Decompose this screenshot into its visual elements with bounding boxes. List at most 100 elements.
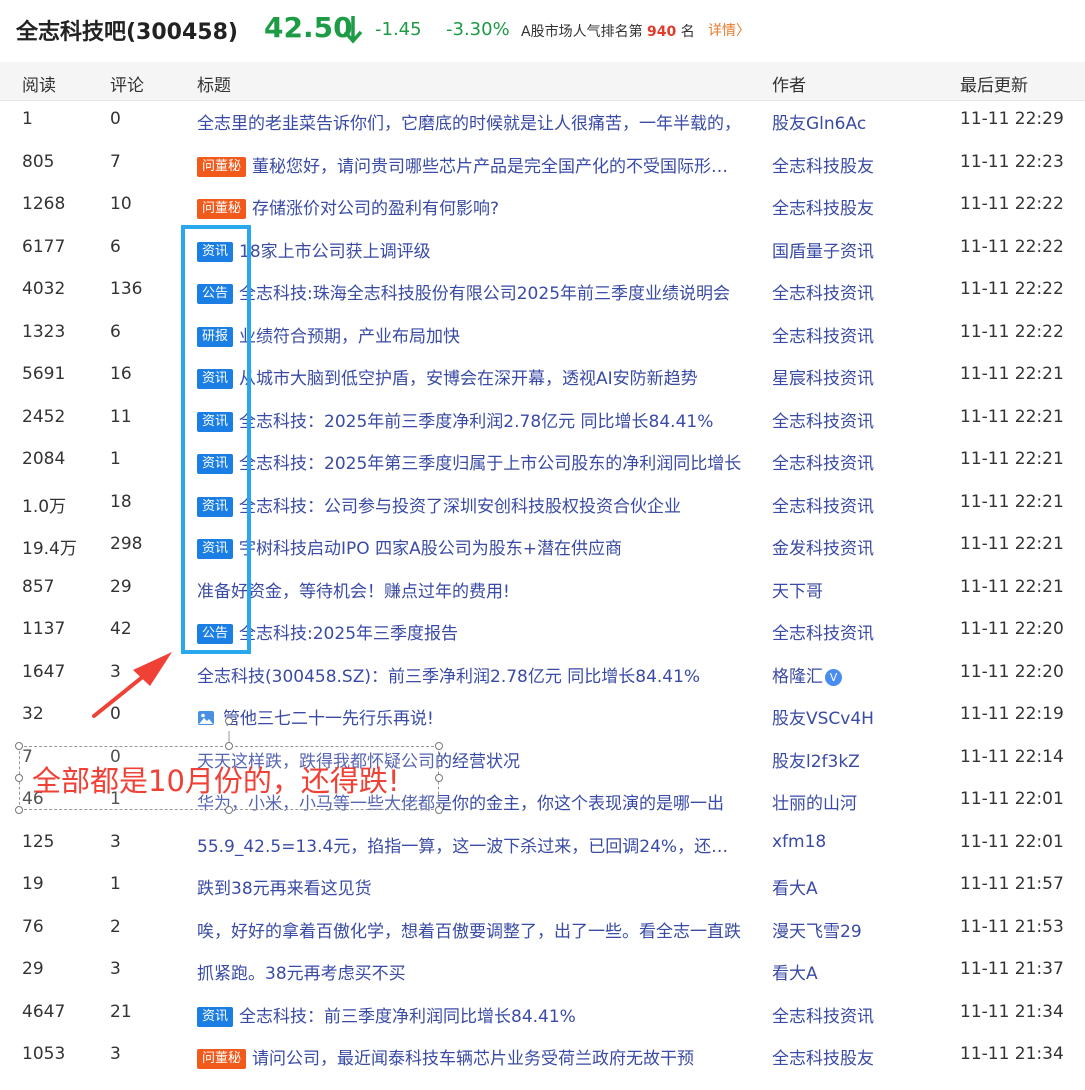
- table-row[interactable]: 805 7 问董秘 董秘您好，请问贵司哪些芯片产品是完全国产化的不受国际形势影响 全志科…: [0, 143, 1085, 186]
- author-name[interactable]: 全志科技股友: [772, 1049, 874, 1069]
- post-title-text[interactable]: 跌到38元再来看这见货: [197, 879, 372, 899]
- post-title-text[interactable]: 全志科技(300458.SZ)：前三季净利润2.78亿元 同比增长84.41%: [197, 667, 700, 687]
- table-row[interactable]: 857 29 准备好资金，等待机会！赚点过年的费用! 天下哥 11-11 22:21: [0, 568, 1085, 611]
- author-name[interactable]: 全志科技股友: [772, 157, 874, 177]
- table-row[interactable]: 29 3 抓紧跑。38元再考虑买不买 看大A 11-11 21:37: [0, 950, 1085, 993]
- post-author[interactable]: 股友VSCv4H: [772, 704, 874, 729]
- author-name[interactable]: 全志科技资讯: [772, 284, 874, 304]
- post-title-text[interactable]: 全志科技:珠海全志科技股份有限公司2025年前三季度业绩说明会: [239, 284, 730, 304]
- post-author[interactable]: 全志科技股友: [772, 194, 874, 219]
- table-row[interactable]: 2084 1 资讯 全志科技：2025年第三季度归属于上市公司股东的净利润同比增长 全志…: [0, 440, 1085, 483]
- table-row[interactable]: 6177 6 资讯 18家上市公司获上调评级 国盾量子资讯 11-11 22:22: [0, 228, 1085, 271]
- post-title[interactable]: 抓紧跑。38元再考虑买不买: [197, 959, 745, 984]
- table-row[interactable]: 1137 42 公告 全志科技:2025年三季度报告 全志科技资讯 11-11 22:20: [0, 610, 1085, 653]
- resize-handle-top[interactable]: [225, 742, 233, 750]
- post-author[interactable]: 全志科技资讯: [772, 619, 874, 644]
- post-title[interactable]: 全志科技(300458.SZ)：前三季净利润2.78亿元 同比增长84.41%: [197, 662, 745, 687]
- post-author[interactable]: 格隆汇 V: [772, 662, 842, 687]
- table-row[interactable]: 1323 6 研报 业绩符合预期，产业布局加快 全志科技资讯 11-11 22:22: [0, 313, 1085, 356]
- resize-handle-bottom-right[interactable]: [435, 806, 443, 814]
- post-author[interactable]: 看大A: [772, 874, 818, 899]
- post-author[interactable]: 全志科技股友: [772, 152, 874, 177]
- post-title[interactable]: 问董秘 请问公司，最近闻泰科技车辆芯片业务受荷兰政府无故干预: [197, 1044, 745, 1069]
- post-author[interactable]: 股友l2f3kZ: [772, 747, 860, 772]
- post-author[interactable]: 国盾量子资讯: [772, 237, 874, 262]
- post-title[interactable]: 研报 业绩符合预期，产业布局加快: [197, 322, 745, 347]
- post-title[interactable]: 55.9_42.5=13.4元，掐指一算，这一波下杀过来，已回调24%，还要跌: [197, 832, 745, 857]
- table-row[interactable]: 4032 136 公告 全志科技:珠海全志科技股份有限公司2025年前三季度业绩说明会…: [0, 270, 1085, 313]
- post-title[interactable]: 公告 全志科技:珠海全志科技股份有限公司2025年前三季度业绩说明会: [197, 279, 745, 304]
- post-title[interactable]: 资讯 18家上市公司获上调评级: [197, 237, 745, 262]
- author-name[interactable]: 全志科技资讯: [772, 1007, 874, 1027]
- author-name[interactable]: 全志科技股友: [772, 199, 874, 219]
- post-title[interactable]: 资讯 宇树科技启动IPO 四家A股公司为股东+潜在供应商: [197, 534, 745, 559]
- table-row[interactable]: 4647 21 资讯 全志科技：前三季度净利润同比增长84.41% 全志科技资讯 11-1…: [0, 993, 1085, 1036]
- post-author[interactable]: 全志科技资讯: [772, 449, 874, 474]
- author-name[interactable]: 格隆汇: [772, 667, 823, 687]
- author-name[interactable]: 股友Gln6Ac: [772, 114, 866, 134]
- post-author[interactable]: 全志科技股友: [772, 1044, 874, 1069]
- post-author[interactable]: xfm18: [772, 832, 826, 852]
- post-author[interactable]: 全志科技资讯: [772, 322, 874, 347]
- post-author[interactable]: 漫天飞雪29: [772, 917, 862, 942]
- post-title[interactable]: 资讯 全志科技：2025年第三季度归属于上市公司股东的净利润同比增长: [197, 449, 745, 474]
- post-title-text[interactable]: 请问公司，最近闻泰科技车辆芯片业务受荷兰政府无故干预: [252, 1049, 694, 1069]
- post-title-text[interactable]: 抓紧跑。38元再考虑买不买: [197, 964, 406, 984]
- author-name[interactable]: 全志科技资讯: [772, 327, 874, 347]
- post-title[interactable]: 资讯 全志科技：2025年前三季度净利润2.78亿元 同比增长84.41%: [197, 407, 745, 432]
- post-title[interactable]: 问董秘 存储涨价对公司的盈利有何影响?: [197, 194, 745, 219]
- post-title[interactable]: 问董秘 董秘您好，请问贵司哪些芯片产品是完全国产化的不受国际形势影响: [197, 152, 745, 177]
- author-name[interactable]: 金发科技资讯: [772, 539, 874, 559]
- post-author[interactable]: 股友Gln6Ac: [772, 109, 866, 134]
- post-title-text[interactable]: 全志科技：2025年前三季度净利润2.78亿元 同比增长84.41%: [239, 412, 713, 432]
- post-title-text[interactable]: 宇树科技启动IPO 四家A股公司为股东+潜在供应商: [239, 539, 622, 559]
- post-title-text[interactable]: 全志里的老韭菜告诉你们，它磨底的时候就是让人很痛苦，一年半载的，: [197, 114, 741, 134]
- table-row[interactable]: 1268 10 问董秘 存储涨价对公司的盈利有何影响? 全志科技股友 11-11 22:2…: [0, 185, 1085, 228]
- post-author[interactable]: 全志科技资讯: [772, 279, 874, 304]
- rotate-handle[interactable]: [225, 717, 233, 725]
- table-row[interactable]: 2452 11 资讯 全志科技：2025年前三季度净利润2.78亿元 同比增长84.4…: [0, 398, 1085, 441]
- resize-handle-right[interactable]: [435, 774, 443, 782]
- table-row[interactable]: 1.0万 18 资讯 全志科技：公司参与投资了深圳安创科技股权投资合伙企业 全志科技资讯…: [0, 483, 1085, 526]
- resize-handle-top-left[interactable]: [15, 742, 23, 750]
- post-title-text[interactable]: 准备好资金，等待机会！赚点过年的费用!: [197, 582, 510, 602]
- post-title-text[interactable]: 全志科技：2025年第三季度归属于上市公司股东的净利润同比增长: [239, 454, 741, 474]
- post-title-text[interactable]: 全志科技:2025年三季度报告: [239, 624, 458, 644]
- resize-handle-bottom[interactable]: [225, 806, 233, 814]
- author-name[interactable]: 天下哥: [772, 582, 823, 602]
- detail-link[interactable]: 详情〉: [708, 20, 750, 40]
- post-author[interactable]: 全志科技资讯: [772, 1002, 874, 1027]
- table-row[interactable]: 76 2 唉，好好的拿着百傲化学，想着百傲要调整了，出了一些。看全志一直跌 漫天飞雪2…: [0, 908, 1085, 951]
- resize-handle-top-right[interactable]: [435, 742, 443, 750]
- post-title-text[interactable]: 董秘您好，请问贵司哪些芯片产品是完全国产化的不受国际形势影响: [252, 157, 745, 177]
- post-title-text[interactable]: 管他三七二十一先行乐再说!: [223, 709, 434, 729]
- table-row[interactable]: 125 3 55.9_42.5=13.4元，掐指一算，这一波下杀过来，已回调24%，…: [0, 823, 1085, 866]
- post-author[interactable]: 全志科技资讯: [772, 492, 874, 517]
- author-name[interactable]: 漫天飞雪29: [772, 922, 862, 942]
- post-title[interactable]: 资讯 全志科技：前三季度净利润同比增长84.41%: [197, 1002, 745, 1027]
- post-title-text[interactable]: 全志科技：前三季度净利润同比增长84.41%: [239, 1007, 576, 1027]
- post-title[interactable]: 跌到38元再来看这见货: [197, 874, 745, 899]
- post-title-text[interactable]: 存储涨价对公司的盈利有何影响?: [252, 199, 499, 219]
- post-title-text[interactable]: 业绩符合预期，产业布局加快: [239, 327, 460, 347]
- table-row[interactable]: 5691 16 资讯 从城市大脑到低空护盾，安博会在深开幕，透视AI安防新趋势 星宸科技…: [0, 355, 1085, 398]
- post-title[interactable]: 全志里的老韭菜告诉你们，它磨底的时候就是让人很痛苦，一年半载的，: [197, 109, 745, 134]
- post-title-text[interactable]: 从城市大脑到低空护盾，安博会在深开幕，透视AI安防新趋势: [239, 369, 698, 389]
- post-title[interactable]: 公告 全志科技:2025年三季度报告: [197, 619, 745, 644]
- author-name[interactable]: 全志科技资讯: [772, 412, 874, 432]
- table-row[interactable]: 19 1 跌到38元再来看这见货 看大A 11-11 21:57: [0, 865, 1085, 908]
- table-row[interactable]: 19.4万 298 资讯 宇树科技启动IPO 四家A股公司为股东+潜在供应商 金发科技资…: [0, 525, 1085, 568]
- post-title-text[interactable]: 唉，好好的拿着百傲化学，想着百傲要调整了，出了一些。看全志一直跌: [197, 922, 741, 942]
- table-row[interactable]: 1053 3 问董秘 请问公司，最近闻泰科技车辆芯片业务受荷兰政府无故干预 全志科技股友…: [0, 1035, 1085, 1078]
- resize-handle-left[interactable]: [15, 774, 23, 782]
- post-title[interactable]: 管他三七二十一先行乐再说!: [197, 704, 745, 729]
- post-author[interactable]: 壮丽的山河: [772, 789, 857, 814]
- author-name[interactable]: 国盾量子资讯: [772, 242, 874, 262]
- author-name[interactable]: 全志科技资讯: [772, 454, 874, 474]
- post-author[interactable]: 看大A: [772, 959, 818, 984]
- author-name[interactable]: 看大A: [772, 964, 818, 984]
- author-name[interactable]: 星宸科技资讯: [772, 369, 874, 389]
- post-title[interactable]: 资讯 从城市大脑到低空护盾，安博会在深开幕，透视AI安防新趋势: [197, 364, 745, 389]
- post-title[interactable]: 唉，好好的拿着百傲化学，想着百傲要调整了，出了一些。看全志一直跌: [197, 917, 745, 942]
- author-name[interactable]: 看大A: [772, 879, 818, 899]
